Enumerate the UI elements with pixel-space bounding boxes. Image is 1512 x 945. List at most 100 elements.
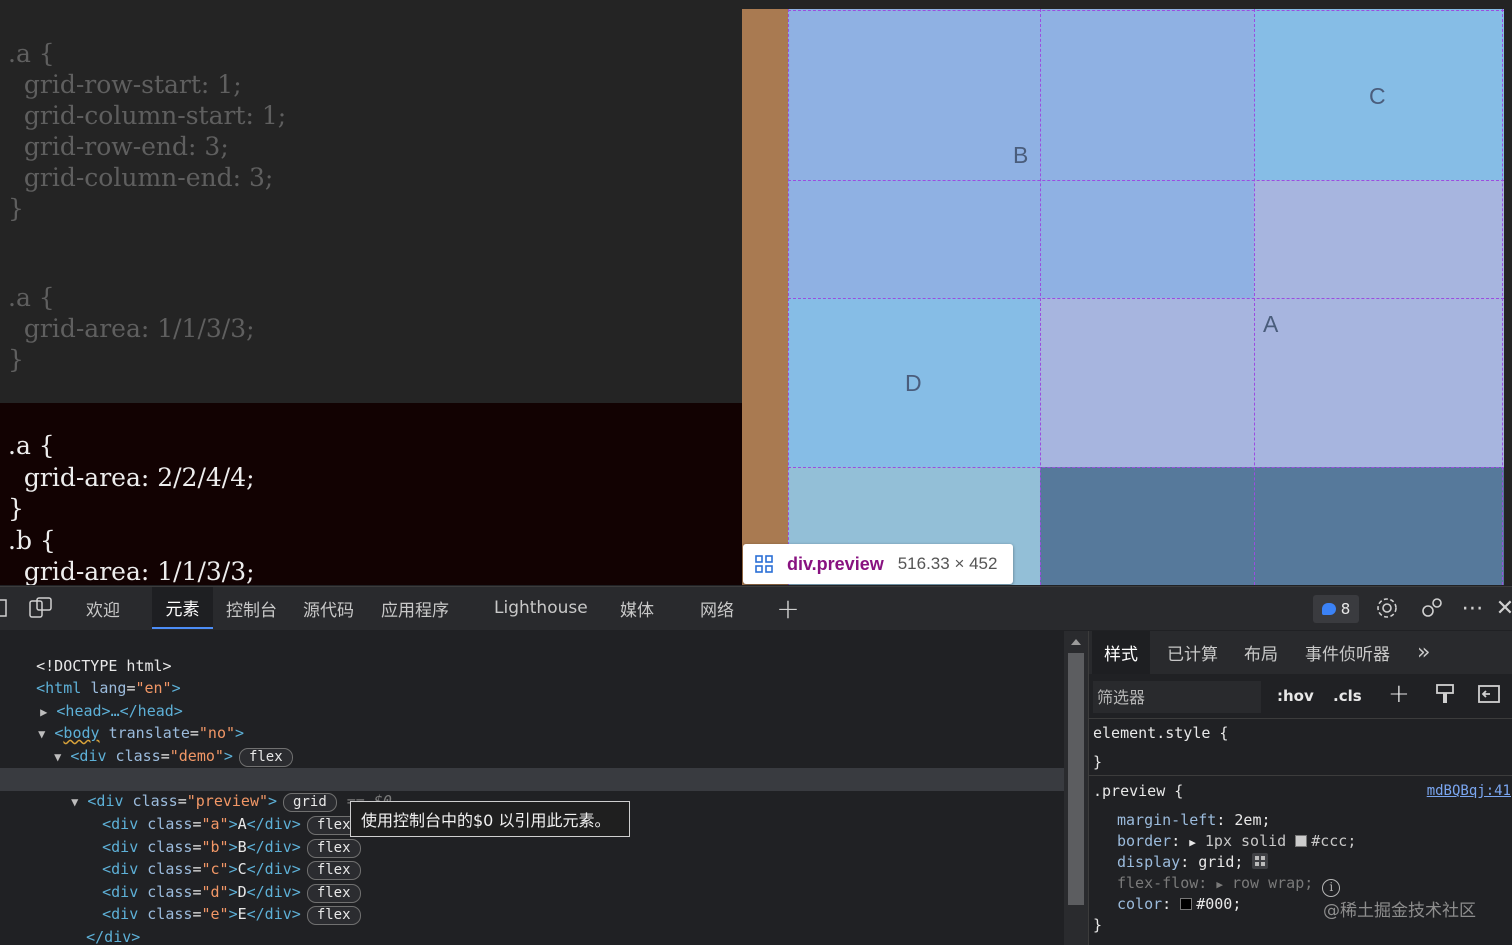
code-line: grid-row-end: 3; [8, 132, 229, 161]
watermark: @稀土掘金技术社区 [1323, 901, 1476, 921]
dom-div-c[interactable]: <div class="c">C</div> flex [66, 836, 361, 880]
code-block-lines: .a { grid-area: 2/2/4/4;} .b { grid-area:… [8, 430, 255, 585]
grid-line [788, 10, 1504, 11]
styles-filter-row: :hov .cls + [1089, 675, 1512, 719]
paint-icon[interactable] [1435, 683, 1455, 709]
page-viewport: .a { grid-row-start: 1; grid-column-star… [0, 0, 1512, 585]
subtab-styles[interactable]: 样式 [1092, 631, 1150, 674]
preview-rule-close: } [1093, 916, 1103, 934]
decl-display[interactable]: display: grid; [1117, 852, 1269, 872]
tab-network[interactable]: 网络 [700, 587, 734, 629]
grid-cell [1254, 180, 1504, 298]
decl-prop: color [1117, 895, 1163, 913]
close-icon[interactable]: ✕ [1496, 587, 1512, 629]
code-line: .b { [8, 525, 56, 555]
connect-icon[interactable] [1419, 587, 1445, 629]
dom-doctype[interactable]: <!DOCTYPE html> [0, 633, 171, 675]
grid-cell [1040, 467, 1504, 585]
tab-application[interactable]: 应用程序 [381, 587, 449, 629]
issues-button[interactable]: 8 [1313, 595, 1359, 623]
element-style-close: } [1093, 753, 1103, 771]
tab-console[interactable]: 控制台 [226, 587, 277, 629]
tab-elements[interactable]: 元素 [152, 587, 213, 629]
scroll-thumb[interactable] [1068, 653, 1084, 905]
dom-div-d[interactable]: <div class="d">D</div> flex [66, 859, 361, 903]
grid-line [788, 298, 1504, 299]
issues-icon [1321, 603, 1336, 615]
tab-sources[interactable]: 源代码 [303, 587, 354, 629]
new-rule-icon[interactable]: + [1388, 679, 1410, 709]
grid-editor-icon[interactable] [1252, 853, 1269, 869]
decl-value: grid; [1198, 853, 1244, 871]
source-link[interactable]: mdBQBqj:41 [1427, 781, 1511, 801]
issues-count: 8 [1340, 600, 1351, 618]
decl-prop: margin-left [1117, 811, 1217, 829]
info-icon[interactable]: i [1322, 879, 1341, 897]
subtab-layout[interactable]: 布局 [1244, 631, 1278, 674]
styles-filter-input[interactable] [1093, 681, 1261, 713]
subtab-event-listeners[interactable]: 事件侦听器 [1305, 631, 1390, 674]
code-line: grid-area: 1/1/3/3; [8, 557, 255, 585]
decl-prop-inactive: flex-flow [1117, 874, 1199, 892]
settings-icon[interactable] [1374, 587, 1400, 629]
tooltip-element-name: div.preview [787, 553, 884, 574]
dom-html[interactable]: <html lang="en"> [0, 655, 181, 697]
decl-prop: display [1117, 853, 1181, 871]
expand-icon[interactable]: ▶ [1189, 836, 1196, 849]
grid-line [1254, 9, 1255, 585]
preview-grid: B C A D [788, 9, 1504, 585]
child-class-value: "e" [201, 905, 229, 923]
dom-div-preview[interactable]: ▼ <div class="preview">grid== $0 [0, 768, 1064, 812]
styles-subtabs: 样式 已计算 布局 事件侦听器 » [1089, 631, 1512, 674]
sidebar-toggle-icon[interactable] [1478, 685, 1500, 707]
decl-color-text: #000; [1196, 895, 1242, 913]
dom-div-a[interactable]: <div class="a">A</div> flex [66, 791, 361, 835]
hov-toggle[interactable]: :hov [1277, 687, 1314, 705]
code-block-dim-2: .a { grid-area: 1/1/3/3;} [8, 282, 255, 375]
code-line: grid-column-end: 3; [8, 163, 274, 192]
dom-head[interactable]: ▶ <head>…</head> [4, 678, 183, 720]
code-line: } [8, 345, 24, 374]
devtools-tabbar: 欢迎 元素 控制台 源代码 应用程序 Lighthouse 媒体 网络 + 8 … [0, 586, 1512, 630]
color-swatch[interactable] [1295, 835, 1308, 847]
preview-selector[interactable]: .preview { [1093, 781, 1183, 801]
grid-line [788, 467, 1504, 468]
margin-overlay [742, 9, 789, 585]
inspect-icon[interactable] [0, 587, 12, 629]
elements-scrollbar[interactable] [1064, 631, 1088, 945]
dom-div-b[interactable]: <div class="b">B</div> flex [66, 814, 361, 858]
add-tab-icon[interactable]: + [775, 587, 801, 629]
dom-div-e[interactable]: <div class="e">E</div> flex [66, 881, 361, 925]
dollar-hint-tooltip: 使用控制台中的$0 以引用此元素。 [350, 801, 630, 837]
expand-icon[interactable]: ▶ [1216, 878, 1223, 891]
decl-border[interactable]: border: ▶ 1px solid #ccc; [1117, 831, 1356, 853]
dom-body[interactable]: ▼ <body translate="no"> [2, 700, 244, 742]
grid-cell [788, 9, 1040, 180]
grid-item-d-label: D [905, 370, 922, 396]
grid-item-c-label: C [1369, 83, 1386, 109]
tab-lighthouse[interactable]: Lighthouse [494, 587, 588, 629]
more-tabs-icon[interactable]: » [1417, 631, 1430, 674]
dom-div-demo-close[interactable]: </div> [33, 927, 123, 945]
scroll-up-icon[interactable] [1071, 639, 1081, 645]
code-block-dim-1: .a { grid-row-start: 1; grid-column-star… [8, 38, 286, 224]
decl-margin-left[interactable]: margin-left: 2em; [1117, 810, 1271, 830]
decl-color[interactable]: color: #000; [1117, 894, 1241, 914]
cls-toggle[interactable]: .cls [1333, 687, 1362, 705]
dom-div-preview-close[interactable]: </div> [50, 904, 140, 945]
grid-icon [755, 555, 773, 573]
flex-badge[interactable]: flex [306, 906, 361, 925]
code-line: grid-area: 1/1/3/3; [8, 314, 255, 343]
color-swatch[interactable] [1180, 898, 1193, 910]
decl-value: row wrap; [1232, 874, 1314, 892]
dom-div-examples[interactable]: ▶ <div class="examples">…</div> [37, 746, 351, 788]
more-icon[interactable]: ⋯ [1460, 587, 1486, 629]
device-toggle-icon[interactable] [28, 587, 54, 629]
tab-welcome[interactable]: 欢迎 [86, 587, 120, 629]
element-style-selector[interactable]: element.style { [1093, 723, 1228, 743]
code-line: grid-row-start: 1; [8, 70, 242, 99]
tab-media[interactable]: 媒体 [620, 587, 654, 629]
code-line: } [8, 494, 24, 523]
dom-div-demo[interactable]: ▼ <div class="demo"> flex [18, 723, 293, 767]
subtab-computed[interactable]: 已计算 [1167, 631, 1218, 674]
